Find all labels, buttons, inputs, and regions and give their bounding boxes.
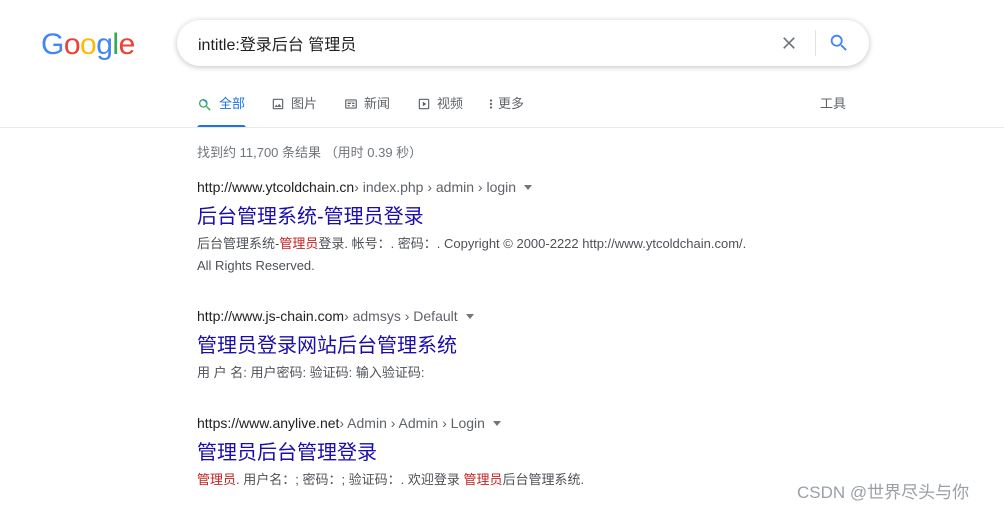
logo-letter: G <box>41 28 64 61</box>
news-icon <box>345 99 357 109</box>
search-box <box>177 20 869 66</box>
result-url: http://www.ytcoldchain.cn › index.php › … <box>197 177 837 197</box>
tab-more[interactable]: 更多 <box>488 94 524 128</box>
snippet-highlight: 管理员 <box>197 472 237 487</box>
image-icon <box>272 98 284 110</box>
result-title-link[interactable]: 管理员后台管理登录 <box>197 439 837 467</box>
search-icon <box>199 99 211 111</box>
result-stats: 找到约 11,700 条结果 （用时 0.39 秒） <box>197 145 423 160</box>
search-icon[interactable] <box>828 32 850 54</box>
tools-button[interactable]: 工具 <box>820 94 846 114</box>
snippet-highlight: 管理员 <box>463 472 503 487</box>
chevron-down-icon[interactable] <box>465 313 474 319</box>
tab-label: 图片 <box>291 96 318 111</box>
tab-label: 更多 <box>498 96 525 111</box>
snippet-highlight: 管理员 <box>279 236 319 251</box>
result-title-link[interactable]: 后台管理系统-管理员登录 <box>197 203 837 231</box>
more-vert-icon <box>489 99 493 109</box>
search-divider <box>815 30 816 56</box>
logo-letter: o <box>80 28 97 61</box>
search-tabs: 全部 图片 新闻 视频 更多 <box>197 94 857 128</box>
result-url: https://www.anylive.net › Admin › Admin … <box>197 413 837 433</box>
search-result: https://www.anylive.net › Admin › Admin … <box>197 413 837 491</box>
result-snippet: 用 户 名: 用户密码: 验证码: 输入验证码: <box>197 365 425 380</box>
snippet-text: 登录. 帐号：. 密码：. Copyright © 2000-2222 http… <box>318 236 747 251</box>
result-path: › index.php › admin › login <box>354 179 517 195</box>
result-domain: http://www.ytcoldchain.cn <box>197 179 355 195</box>
snippet-text: 后台管理系统. <box>502 472 585 487</box>
snippet-text: . 用户名：; 密码：; 验证码：. 欢迎登录 <box>236 472 464 487</box>
tab-label: 视频 <box>437 96 464 111</box>
header-divider <box>0 127 1004 128</box>
result-path: › Admin › Admin › Login <box>339 415 485 431</box>
google-logo[interactable]: Google <box>41 28 135 62</box>
result-url: http://www.js-chain.com › admsys › Defau… <box>197 306 837 326</box>
snippet-text: 后台管理系统- <box>197 236 280 251</box>
tab-label: 新闻 <box>364 96 391 111</box>
watermark: CSDN @世界尽头与你 <box>797 483 970 502</box>
logo-letter: o <box>63 28 81 61</box>
tab-images[interactable]: 图片 <box>271 94 317 128</box>
logo-letter: e <box>118 28 136 61</box>
logo-letter: g <box>96 28 113 61</box>
result-domain: http://www.js-chain.com <box>197 308 345 324</box>
result-domain: https://www.anylive.net <box>197 415 340 431</box>
video-icon <box>418 98 430 110</box>
search-result: http://www.ytcoldchain.cn › index.php › … <box>197 177 837 277</box>
search-result: http://www.js-chain.com › admsys › Defau… <box>197 306 837 384</box>
tab-news[interactable]: 新闻 <box>344 94 390 128</box>
result-snippet: 后台管理系统-管理员登录. 帐号：. 密码：. Copyright © 2000… <box>197 233 837 277</box>
result-title-link[interactable]: 管理员登录网站后台管理系统 <box>197 332 837 360</box>
tab-videos[interactable]: 视频 <box>417 94 463 128</box>
tab-label: 全部 <box>219 96 246 111</box>
result-snippet: 管理员. 用户名：; 密码：; 验证码：. 欢迎登录 管理员后台管理系统. <box>197 469 837 491</box>
snippet-text: All Rights Reserved. <box>197 258 315 273</box>
search-input[interactable] <box>198 20 778 66</box>
result-path: › admsys › Default <box>344 308 458 324</box>
chevron-down-icon[interactable] <box>492 420 501 426</box>
close-icon[interactable] <box>779 33 799 53</box>
tab-all[interactable]: 全部 <box>197 94 246 128</box>
chevron-down-icon[interactable] <box>524 184 533 190</box>
